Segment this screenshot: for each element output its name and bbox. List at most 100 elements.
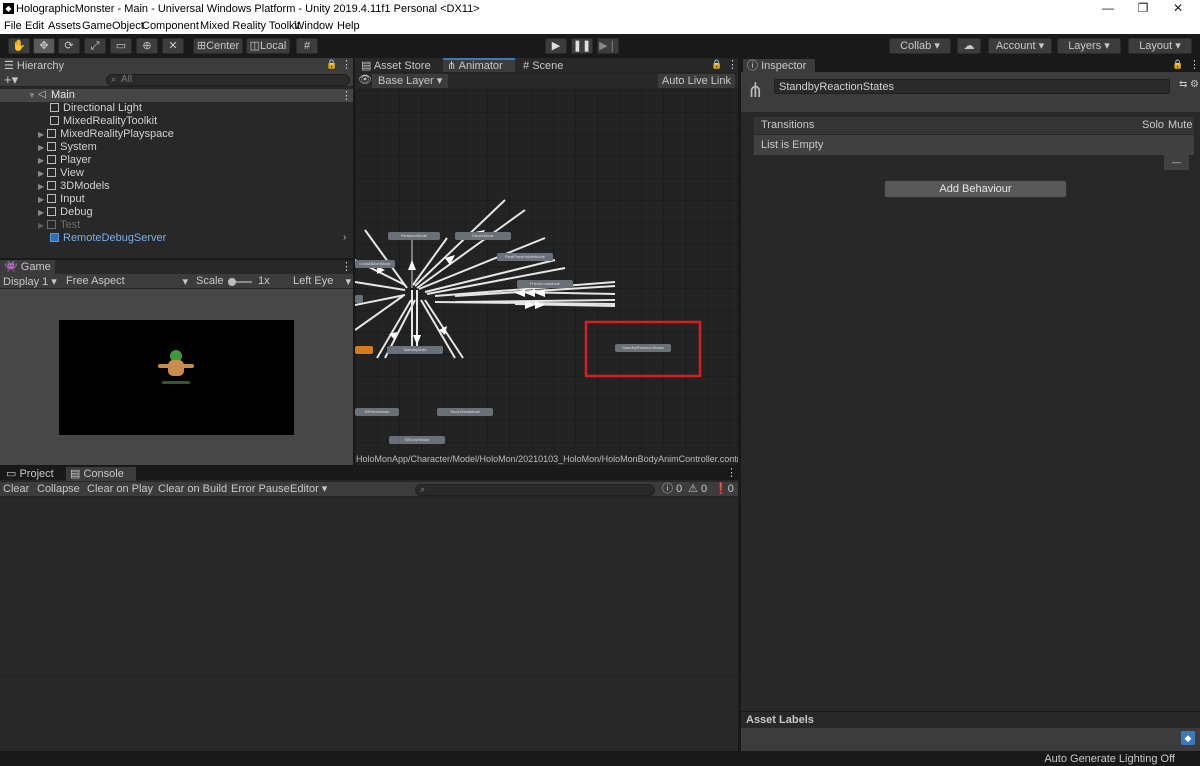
scale-tool-icon[interactable]: ⤢ bbox=[84, 38, 106, 54]
hierarchy-item[interactable]: ▶ 3DModels bbox=[38, 180, 110, 193]
game-viewport[interactable] bbox=[59, 320, 294, 435]
more-options-icon[interactable]: ⋮ bbox=[727, 58, 738, 71]
tab-inspector[interactable]: ⓘ Inspector bbox=[743, 59, 815, 73]
hierarchy-item-prefab[interactable]: RemoteDebugServer bbox=[50, 232, 166, 245]
state-node-standby[interactable]: StandbyMain bbox=[387, 346, 443, 354]
animator-graph[interactable]: ReactionMode DanceMode RestPlaceHolderMo… bbox=[355, 90, 738, 450]
console-log-area[interactable] bbox=[0, 498, 738, 675]
eye-visibility-icon[interactable]: 👁 bbox=[358, 73, 372, 86]
cloud-icon[interactable]: ☁ bbox=[957, 38, 981, 54]
menu-edit[interactable]: Edit bbox=[25, 20, 44, 32]
expand-arrow-icon[interactable]: ▶ bbox=[38, 208, 44, 217]
error-count-toggle[interactable]: ❗0 bbox=[711, 482, 737, 497]
tab-hierarchy[interactable]: ☰ Hierarchy bbox=[0, 59, 68, 73]
grid-snap-icon[interactable]: # bbox=[296, 38, 318, 54]
more-options-icon[interactable]: ⋮ bbox=[341, 58, 352, 71]
expand-arrow-icon[interactable]: ▶ bbox=[38, 156, 44, 165]
hierarchy-item[interactable]: MixedRealityToolkit bbox=[50, 115, 157, 128]
pause-button[interactable]: ❚❚ bbox=[571, 38, 593, 54]
auto-live-link-button[interactable]: Auto Live Link bbox=[657, 74, 735, 88]
tab-console[interactable]: ▤ Console bbox=[66, 467, 136, 481]
hierarchy-search-input[interactable]: ⌕ All bbox=[106, 74, 350, 86]
transform-tool-icon[interactable]: ⊕ bbox=[136, 38, 158, 54]
expand-arrow-icon[interactable]: ▶ bbox=[38, 169, 44, 178]
state-node-friend[interactable]: FriendLookMode bbox=[517, 280, 573, 288]
adjust-icon[interactable]: ⇆ bbox=[1179, 79, 1187, 90]
step-button[interactable]: ▶❘ bbox=[597, 38, 619, 54]
tab-scene[interactable]: # Scene bbox=[519, 59, 567, 73]
state-node-dance[interactable]: DanceMode bbox=[455, 232, 511, 240]
lighting-status[interactable]: Auto Generate Lighting Off bbox=[1044, 753, 1175, 765]
state-node-sleep[interactable]: SitDownMode bbox=[389, 436, 445, 444]
state-node-reaction[interactable]: ReactionMode bbox=[388, 232, 440, 240]
label-tag-icon[interactable]: ◆ bbox=[1181, 731, 1195, 745]
hierarchy-item[interactable]: ▶ View bbox=[38, 167, 84, 180]
layer-breadcrumb[interactable]: Base Layer ▾ bbox=[372, 74, 449, 88]
expand-arrow-icon[interactable]: ▶ bbox=[38, 143, 44, 152]
pivot-local-button[interactable]: ◫Local bbox=[246, 38, 290, 54]
expand-arrow-icon[interactable]: ▶ bbox=[38, 221, 44, 230]
more-options-icon[interactable]: ⋮ bbox=[726, 466, 737, 479]
state-node-left[interactable] bbox=[355, 295, 363, 303]
lock-icon[interactable]: 🔒 bbox=[326, 59, 337, 70]
clear-button[interactable]: Clear bbox=[0, 482, 32, 497]
eye-dropdown[interactable]: Left Eye ▾ bbox=[293, 275, 351, 288]
menu-mrtk[interactable]: Mixed Reality Toolkit bbox=[200, 20, 300, 32]
scale-slider[interactable] bbox=[228, 278, 252, 286]
layers-button[interactable]: Layers ▾ bbox=[1057, 38, 1121, 54]
collapse-button[interactable]: Collapse bbox=[34, 482, 83, 497]
error-pause-button[interactable]: Error Pause bbox=[228, 482, 293, 497]
console-detail-area[interactable] bbox=[0, 675, 738, 751]
display-dropdown[interactable]: Display 1 ▾ bbox=[3, 275, 57, 288]
layout-button[interactable]: Layout ▾ bbox=[1128, 38, 1192, 54]
clear-on-build-button[interactable]: Clear on Build bbox=[155, 482, 230, 497]
collab-button[interactable]: Collab ▾ bbox=[889, 38, 951, 54]
expand-arrow-icon[interactable]: ▶ bbox=[38, 130, 44, 139]
gear-icon[interactable]: ⚙ bbox=[1190, 79, 1199, 90]
more-options-icon[interactable]: ⋮ bbox=[1189, 58, 1200, 71]
aspect-dropdown[interactable]: Free Aspect ▾ bbox=[66, 275, 188, 288]
editor-dropdown[interactable]: Editor ▾ bbox=[287, 482, 330, 497]
tab-animator[interactable]: ⋔ Animator bbox=[443, 58, 515, 72]
state-node-rest[interactable]: RestPlaceHolderMode bbox=[497, 253, 553, 261]
menu-help[interactable]: Help bbox=[337, 20, 360, 32]
expand-arrow-icon[interactable]: ▶ bbox=[38, 182, 44, 191]
state-name-field[interactable]: StandbyReactionStates bbox=[774, 79, 1170, 94]
root-more-icon[interactable]: ⋮ bbox=[341, 89, 352, 102]
rotate-tool-icon[interactable]: ⟳ bbox=[58, 38, 80, 54]
menu-assets[interactable]: Assets bbox=[48, 20, 81, 32]
hierarchy-item-disabled[interactable]: ▶ Test bbox=[38, 219, 80, 232]
custom-tool-icon[interactable]: ✕ bbox=[162, 38, 184, 54]
lock-icon[interactable]: 🔒 bbox=[1172, 59, 1183, 70]
lock-icon[interactable]: 🔒 bbox=[711, 59, 722, 70]
log-count-toggle[interactable]: ⓘ 0 bbox=[659, 482, 685, 497]
add-behaviour-button[interactable]: Add Behaviour bbox=[884, 180, 1067, 198]
hand-tool-icon[interactable]: ✋ bbox=[8, 38, 30, 54]
hierarchy-item[interactable]: ▶ Input bbox=[38, 193, 85, 206]
state-node-look[interactable]: LookAtMomMode bbox=[355, 260, 395, 268]
tab-game[interactable]: 👾 Game bbox=[0, 260, 55, 274]
scale-slider-thumb[interactable] bbox=[228, 278, 236, 286]
menu-gameobject[interactable]: GameObject bbox=[82, 20, 144, 32]
hierarchy-item[interactable]: ▶ MixedRealityPlayspace bbox=[38, 128, 174, 141]
tab-project[interactable]: ▭ Project bbox=[2, 467, 58, 481]
state-node-sit[interactable]: SitRelaxMode bbox=[355, 408, 399, 416]
create-plus-icon[interactable]: +▾ bbox=[4, 72, 18, 88]
rect-tool-icon[interactable]: ▭ bbox=[110, 38, 132, 54]
expand-arrow-icon[interactable]: ▼ bbox=[28, 91, 36, 100]
clear-on-play-button[interactable]: Clear on Play bbox=[84, 482, 156, 497]
restore-button[interactable]: ❐ bbox=[1132, 1, 1154, 15]
state-node-standby-reaction[interactable]: StandbyReactionStates bbox=[615, 344, 671, 352]
state-node-entry[interactable] bbox=[355, 346, 373, 354]
account-button[interactable]: Account ▾ bbox=[988, 38, 1052, 54]
remove-transition-button[interactable]: — bbox=[1164, 155, 1189, 170]
menu-component[interactable]: Component bbox=[142, 20, 199, 32]
prefab-open-arrow-icon[interactable]: › bbox=[343, 232, 346, 243]
close-button[interactable]: ✕ bbox=[1167, 1, 1189, 15]
expand-arrow-icon[interactable]: ▶ bbox=[38, 195, 44, 204]
state-node-touch[interactable]: TouchHeadMode bbox=[437, 408, 493, 416]
pivot-center-button[interactable]: ⊞Center bbox=[193, 38, 243, 54]
tab-asset-store[interactable]: ▤ Asset Store bbox=[357, 59, 435, 73]
more-options-icon[interactable]: ⋮ bbox=[341, 260, 352, 273]
hierarchy-item[interactable]: ▶ Debug bbox=[38, 206, 93, 219]
